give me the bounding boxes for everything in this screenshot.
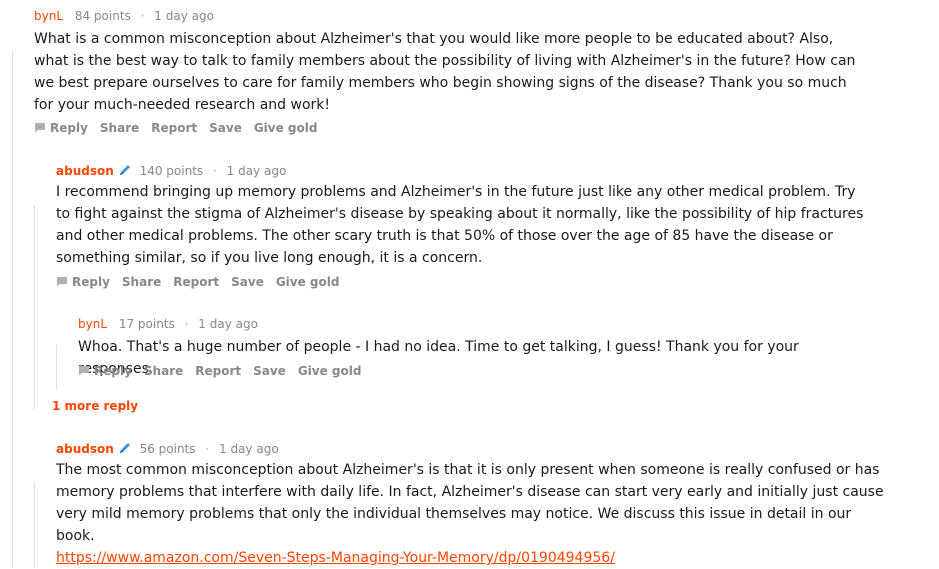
save-button[interactable]: Save [231,275,264,289]
comment-points: 140 points [139,164,204,178]
comment-points: 84 points [74,9,131,23]
save-button[interactable]: Save [253,364,286,378]
report-button[interactable]: Report [195,364,241,378]
separator: · [184,317,189,331]
report-button[interactable]: Report [173,275,219,289]
comment-time[interactable]: 1 day ago [154,9,214,23]
thread-line [12,50,13,568]
separator: · [205,442,210,456]
comment-author[interactable]: abudson [56,164,114,178]
reply-button[interactable]: Reply [34,121,88,135]
comment-time[interactable]: 1 day ago [227,164,287,178]
comment-actions: Reply Share Report Save Give gold [34,121,329,135]
share-button[interactable]: Share [100,121,139,135]
comment-tagline: bynL 17 points · 1 day ago [78,317,258,331]
give-gold-button[interactable]: Give gold [254,121,318,135]
reply-button[interactable]: Reply [78,364,132,378]
comment-time[interactable]: 1 day ago [198,317,258,331]
chat-icon [35,123,45,133]
reply-button[interactable]: Reply [56,275,110,289]
share-button[interactable]: Share [144,364,183,378]
comment-points: 17 points [118,317,175,331]
verified-pencil-icon [119,443,130,453]
thread-line [34,482,35,568]
comment-body: I recommend bringing up memory problems … [56,184,864,266]
report-button[interactable]: Report [151,121,197,135]
comment-text: The most common misconception about Alzh… [56,462,884,544]
book-link[interactable]: https://www.amazon.com/Seven-Steps-Manag… [56,550,615,566]
comment-actions: Reply Share Report Save Give gold [78,364,373,378]
comment-tagline: bynL 84 points · 1 day ago [34,9,214,23]
comment-author[interactable]: bynL [34,9,63,23]
comment-points: 56 points [139,442,196,456]
comment-body: What is a common misconception about Alz… [34,31,856,113]
share-button[interactable]: Share [122,275,161,289]
comment-tagline: abudson 140 points · 1 day ago [56,163,286,178]
save-button[interactable]: Save [209,121,242,135]
chat-icon [57,277,67,287]
separator: · [140,9,145,23]
comment-time[interactable]: 1 day ago [219,442,279,456]
comment-body: The most common misconception about Alzh… [56,459,886,569]
comment-tagline: abudson 56 points · 1 day ago [56,441,279,456]
comment-author[interactable]: bynL [78,317,107,331]
verified-pencil-icon [119,165,130,175]
more-replies-link[interactable]: 1 more reply [52,399,138,413]
separator: · [212,164,217,178]
comment-author[interactable]: abudson [56,442,114,456]
thread-line [34,205,35,410]
give-gold-button[interactable]: Give gold [276,275,340,289]
chat-icon [79,366,89,376]
give-gold-button[interactable]: Give gold [298,364,362,378]
comment-actions: Reply Share Report Save Give gold [56,275,351,289]
thread-line [56,345,57,390]
